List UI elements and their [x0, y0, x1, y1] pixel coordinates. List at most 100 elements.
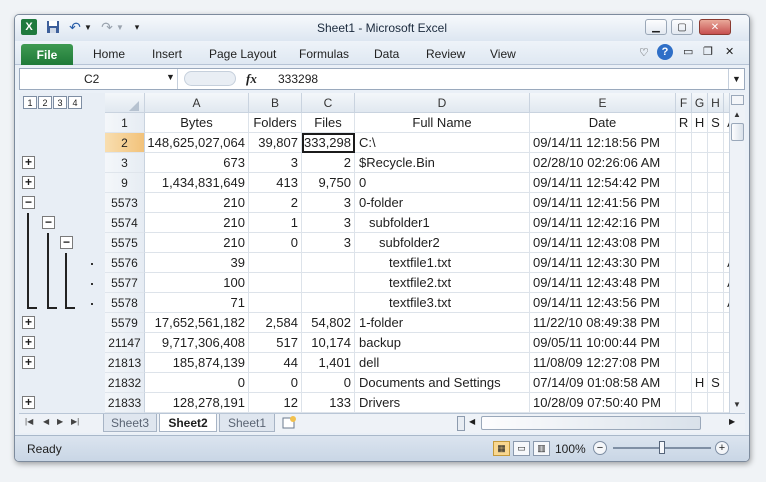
- table-cell[interactable]: 09/14/11 12:42:16 PM: [530, 213, 676, 233]
- table-cell[interactable]: [708, 173, 724, 193]
- table-cell[interactable]: 0: [145, 373, 249, 393]
- table-cell[interactable]: 9,717,306,408: [145, 333, 249, 353]
- table-cell[interactable]: 10,174: [302, 333, 355, 353]
- zoom-out-button[interactable]: −: [593, 441, 607, 455]
- table-cell[interactable]: [708, 253, 724, 273]
- tab-split-handle[interactable]: [457, 416, 465, 431]
- table-cell[interactable]: [692, 193, 708, 213]
- table-cell[interactable]: [676, 273, 692, 293]
- table-cell[interactable]: 09/05/11 10:00:44 PM: [530, 333, 676, 353]
- scroll-left-icon[interactable]: ◀: [469, 417, 475, 426]
- table-cell[interactable]: 185,874,139: [145, 353, 249, 373]
- formula-bar-grip[interactable]: [184, 71, 236, 86]
- first-sheet-icon[interactable]: |◀: [25, 417, 33, 426]
- scroll-up-icon[interactable]: ▲: [730, 107, 744, 121]
- table-cell[interactable]: 3: [249, 153, 302, 173]
- workbook-restore-icon[interactable]: ❐: [703, 45, 713, 58]
- row-header[interactable]: 5575: [105, 233, 145, 253]
- table-cell[interactable]: [692, 353, 708, 373]
- table-cell[interactable]: Drivers: [355, 393, 530, 413]
- table-cell[interactable]: 0: [249, 373, 302, 393]
- table-cell[interactable]: [676, 193, 692, 213]
- table-cell[interactable]: textfile1.txt: [355, 253, 530, 273]
- table-cell[interactable]: 02/28/10 02:26:06 AM: [530, 153, 676, 173]
- table-cell[interactable]: [692, 233, 708, 253]
- expand-group-button[interactable]: +: [22, 336, 35, 349]
- zoom-level[interactable]: 100%: [555, 442, 586, 456]
- minimize-button[interactable]: ▁: [645, 19, 667, 35]
- table-cell[interactable]: 133: [302, 393, 355, 413]
- zoom-in-button[interactable]: +: [715, 441, 729, 455]
- column-title-f[interactable]: R: [676, 113, 692, 133]
- table-cell[interactable]: 07/14/09 01:08:58 AM: [530, 373, 676, 393]
- table-cell[interactable]: 1: [249, 213, 302, 233]
- table-cell[interactable]: [249, 253, 302, 273]
- table-cell[interactable]: [708, 233, 724, 253]
- table-cell[interactable]: 128,278,191: [145, 393, 249, 413]
- row-header[interactable]: 3: [105, 153, 145, 173]
- table-cell[interactable]: [676, 353, 692, 373]
- last-sheet-icon[interactable]: ▶|: [71, 417, 79, 426]
- table-cell[interactable]: 333,298: [302, 133, 355, 153]
- table-cell[interactable]: [708, 273, 724, 293]
- table-cell[interactable]: 09/14/11 12:41:56 PM: [530, 193, 676, 213]
- table-cell[interactable]: [676, 373, 692, 393]
- column-header-g[interactable]: G: [692, 93, 708, 113]
- table-cell[interactable]: [676, 173, 692, 193]
- column-header-e[interactable]: E: [530, 93, 676, 113]
- table-cell[interactable]: [692, 293, 708, 313]
- table-cell[interactable]: [708, 313, 724, 333]
- help-icon[interactable]: ?: [657, 44, 673, 60]
- collapse-group-button[interactable]: −: [42, 216, 55, 229]
- row-header[interactable]: 5578: [105, 293, 145, 313]
- workbook-close-icon[interactable]: ✕: [725, 45, 734, 58]
- expand-group-button[interactable]: +: [22, 396, 35, 409]
- row-header[interactable]: 5573: [105, 193, 145, 213]
- table-cell[interactable]: 100: [145, 273, 249, 293]
- close-button[interactable]: ✕: [699, 19, 731, 35]
- table-cell[interactable]: S: [708, 373, 724, 393]
- table-cell[interactable]: 210: [145, 233, 249, 253]
- table-cell[interactable]: 12: [249, 393, 302, 413]
- row-header[interactable]: 21147: [105, 333, 145, 353]
- outline-level-2-button[interactable]: 2: [38, 96, 52, 109]
- table-cell[interactable]: textfile3.txt: [355, 293, 530, 313]
- row-header[interactable]: 9: [105, 173, 145, 193]
- table-cell[interactable]: H: [692, 373, 708, 393]
- row-header[interactable]: 1: [105, 113, 145, 133]
- table-cell[interactable]: 44: [249, 353, 302, 373]
- column-title-g[interactable]: H: [692, 113, 708, 133]
- horizontal-scroll-thumb[interactable]: [481, 416, 701, 430]
- outline-level-3-button[interactable]: 3: [53, 96, 67, 109]
- expand-group-button[interactable]: +: [22, 316, 35, 329]
- table-cell[interactable]: 3: [302, 213, 355, 233]
- column-title-c[interactable]: Files: [302, 113, 355, 133]
- table-cell[interactable]: [676, 133, 692, 153]
- select-all-corner[interactable]: [105, 93, 145, 113]
- table-cell[interactable]: [249, 293, 302, 313]
- normal-view-icon[interactable]: ▦: [493, 441, 510, 456]
- table-cell[interactable]: 1,401: [302, 353, 355, 373]
- table-cell[interactable]: [676, 293, 692, 313]
- table-cell[interactable]: [249, 273, 302, 293]
- expand-group-button[interactable]: +: [22, 156, 35, 169]
- table-cell[interactable]: 54,802: [302, 313, 355, 333]
- table-cell[interactable]: 09/14/11 12:43:56 PM: [530, 293, 676, 313]
- formula-input[interactable]: 333298: [278, 72, 318, 86]
- table-cell[interactable]: [692, 213, 708, 233]
- table-cell[interactable]: 10/28/09 07:50:40 PM: [530, 393, 676, 413]
- table-cell[interactable]: [676, 253, 692, 273]
- vertical-scroll-thumb[interactable]: [731, 123, 744, 141]
- table-cell[interactable]: 1-folder: [355, 313, 530, 333]
- table-cell[interactable]: [676, 333, 692, 353]
- sheet-tab-sheet2[interactable]: Sheet2: [159, 414, 217, 432]
- table-cell[interactable]: [692, 253, 708, 273]
- zoom-slider-thumb[interactable]: [659, 441, 665, 454]
- column-title-d[interactable]: Full Name: [355, 113, 530, 133]
- table-cell[interactable]: 11/22/10 08:49:38 PM: [530, 313, 676, 333]
- table-cell[interactable]: [708, 153, 724, 173]
- name-box[interactable]: C2 ▼: [20, 69, 178, 89]
- scroll-right-icon[interactable]: ▶: [729, 417, 735, 426]
- vertical-scrollbar[interactable]: ▲ ▼: [729, 93, 745, 413]
- table-cell[interactable]: [692, 313, 708, 333]
